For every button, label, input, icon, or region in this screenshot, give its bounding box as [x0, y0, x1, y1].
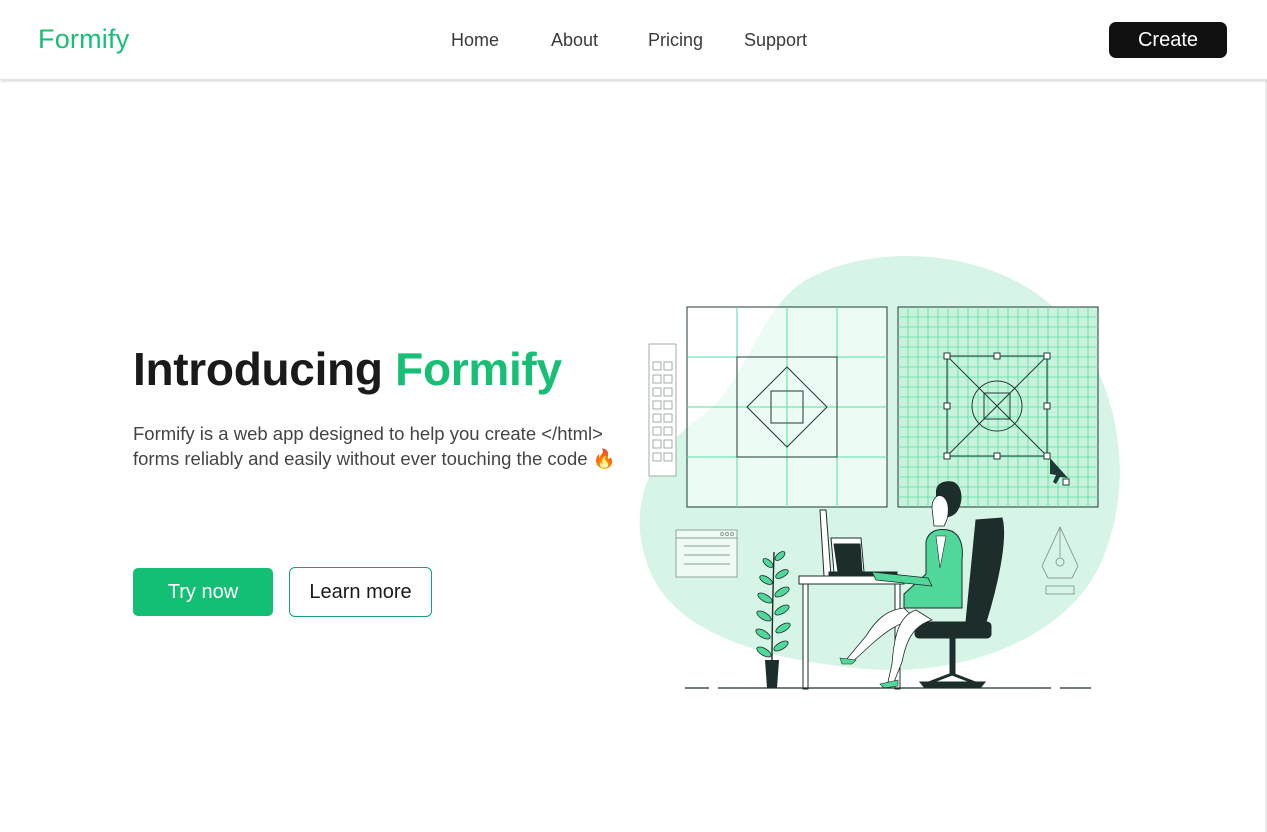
nav-link-home[interactable]: Home: [451, 30, 499, 51]
nav-link-pricing[interactable]: Pricing: [648, 30, 703, 51]
try-now-button[interactable]: Try now: [133, 568, 273, 616]
description-text: Formify is a web app designed to help yo…: [133, 423, 603, 469]
nav-link-support[interactable]: Support: [744, 30, 807, 51]
nav-link-about[interactable]: About: [551, 30, 598, 51]
headline-text: Introducing: [133, 343, 383, 395]
grid-board-right: [897, 306, 1099, 508]
headline-brand: Formify: [395, 343, 562, 395]
hero-illustration: [639, 256, 1120, 690]
top-navbar: Formify Home About Pricing Support Creat…: [0, 0, 1267, 80]
browser-window-icon: [675, 529, 738, 578]
hero-description: Formify is a web app designed to help yo…: [133, 421, 643, 471]
grid-board-left: [686, 306, 888, 508]
brand-logo[interactable]: Formify: [38, 24, 129, 55]
hero-headline: Introducing Formify: [133, 342, 562, 396]
learn-more-button[interactable]: Learn more: [289, 567, 432, 617]
fire-icon: 🔥: [592, 448, 616, 469]
keypad-column: [648, 343, 677, 477]
create-button[interactable]: Create: [1109, 22, 1227, 58]
